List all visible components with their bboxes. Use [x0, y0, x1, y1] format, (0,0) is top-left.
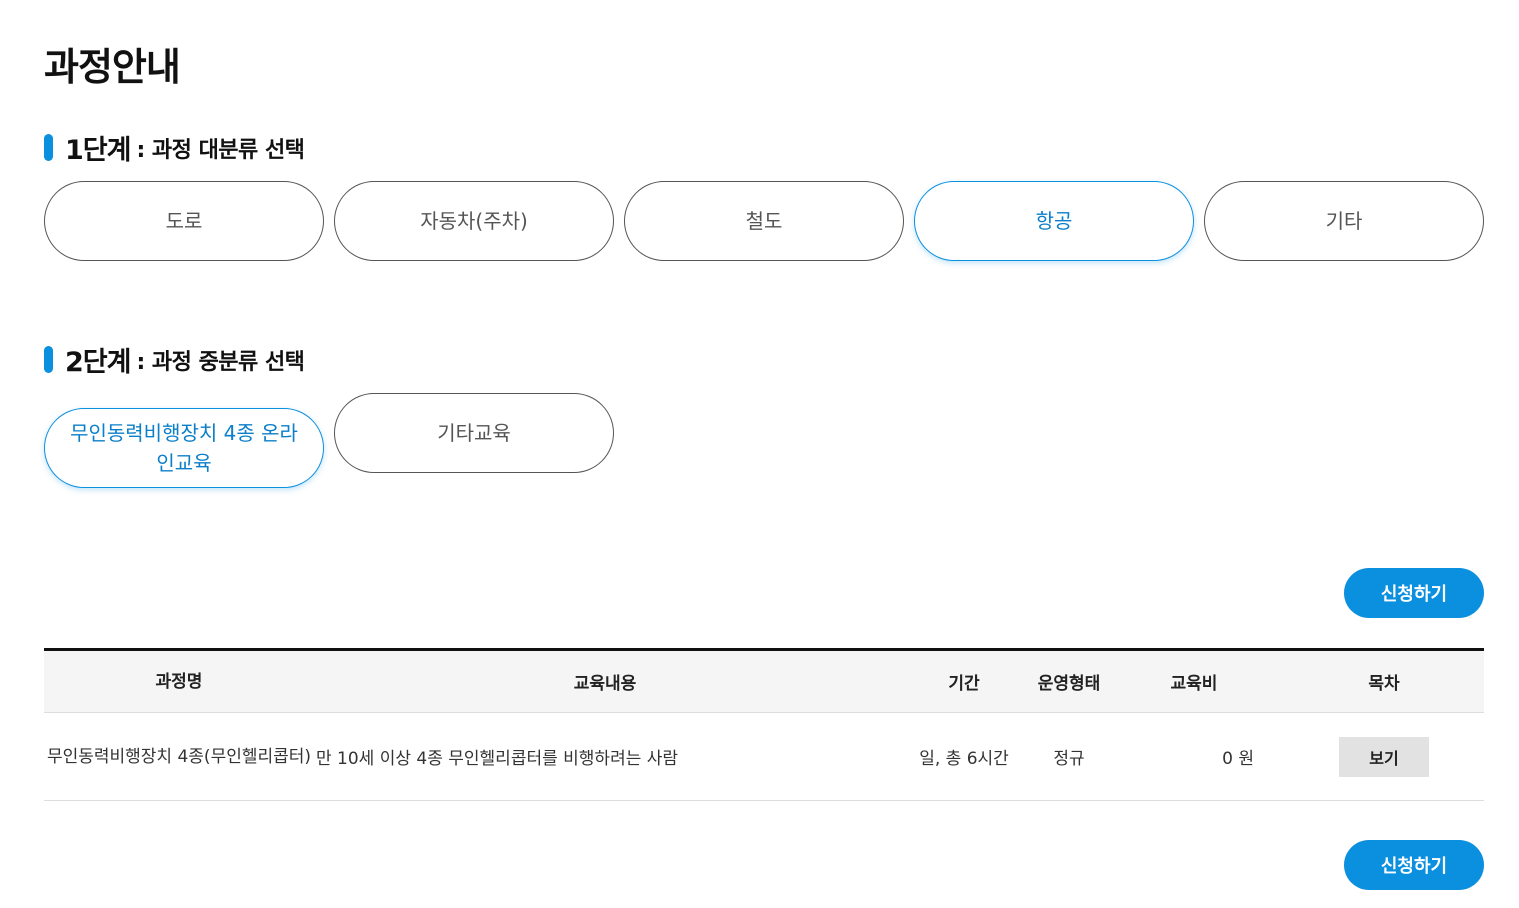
step2-heading: 2단계 : 과정 중분류 선택	[44, 340, 305, 379]
step2-label: : 과정 중분류 선택	[136, 349, 305, 375]
page-title: 과정안내	[44, 45, 181, 89]
apply-button-top[interactable]: 신청하기	[1344, 568, 1484, 618]
category-road-button[interactable]: 도로	[44, 181, 324, 261]
header-name: 과정명	[44, 649, 314, 713]
course-period: 일, 총 6시간	[894, 712, 1034, 801]
header-content: 교육내용	[314, 649, 894, 713]
course-fee: 0 원	[1104, 712, 1284, 801]
step1-heading: 1단계 : 과정 대분류 선택	[44, 128, 305, 167]
table-header-row: 과정명 교육내용 기간 운영형태 교육비 목차	[44, 649, 1484, 713]
category-other-button[interactable]: 기타	[1204, 181, 1484, 261]
step-marker	[44, 134, 53, 161]
course-toc-cell: 보기	[1284, 712, 1484, 801]
header-toc: 목차	[1284, 649, 1484, 713]
subcategory-options: 무인동력비행장치 4종 온라인교육 기타교육	[44, 393, 614, 488]
header-fee: 교육비	[1104, 649, 1284, 713]
apply-button-bottom[interactable]: 신청하기	[1344, 840, 1484, 890]
step-marker	[44, 346, 53, 373]
table-row: 무인동력비행장치 4종(무인헬리콥터) 만 10세 이상 4종 무인헬리콥터를 …	[44, 712, 1484, 801]
course-content: 만 10세 이상 4종 무인헬리콥터를 비행하려는 사람	[314, 712, 894, 801]
header-type: 운영형태	[1034, 649, 1104, 713]
step1-label: : 과정 대분류 선택	[136, 137, 305, 163]
category-railway-button[interactable]: 철도	[624, 181, 904, 261]
step1-number: 1단계	[65, 135, 131, 166]
view-toc-button[interactable]: 보기	[1339, 736, 1429, 777]
course-type: 정규	[1034, 712, 1104, 801]
category-car-parking-button[interactable]: 자동차(주차)	[334, 181, 614, 261]
course-fee-value: 0 원	[1222, 749, 1254, 769]
subcategory-drone-online-button[interactable]: 무인동력비행장치 4종 온라인교육	[44, 408, 324, 488]
course-table: 과정명 교육내용 기간 운영형태 교육비 목차 무인동력비행장치 4종(무인헬리…	[44, 648, 1484, 801]
subcategory-other-education-button[interactable]: 기타교육	[334, 393, 614, 473]
category-options: 도로 자동차(주차) 철도 항공 기타	[44, 181, 1484, 261]
step2-number: 2단계	[65, 347, 131, 378]
category-aviation-button[interactable]: 항공	[914, 181, 1194, 261]
course-name: 무인동력비행장치 4종(무인헬리콥터)	[44, 712, 314, 801]
header-period: 기간	[894, 649, 1034, 713]
